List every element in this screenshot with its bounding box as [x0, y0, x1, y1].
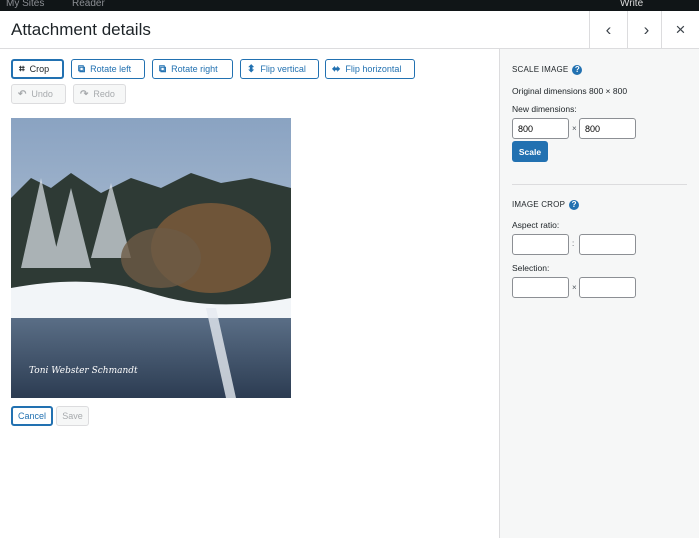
chevron-right-icon: › — [643, 20, 650, 39]
admin-bar: My Sites Reader Write — [0, 0, 699, 11]
selection-width-input[interactable] — [512, 277, 569, 298]
next-button[interactable]: › — [627, 11, 665, 49]
crop-icon: ⌗ — [19, 63, 25, 75]
chevron-left-icon: ‹ — [605, 20, 612, 39]
write-button[interactable]: Write — [620, 0, 643, 9]
flip-horizontal-button[interactable]: ⬌ Flip horizontal — [325, 59, 415, 79]
rotate-left-button[interactable]: ⧉ Rotate left — [71, 59, 145, 79]
aspect-ratio-label: Aspect ratio: — [512, 220, 560, 230]
aspect-ratio-width-input[interactable] — [512, 234, 569, 255]
image-settings-sidebar: Scale Image? Original dimensions 800 × 8… — [499, 49, 699, 538]
help-icon[interactable]: ? — [569, 200, 580, 210]
aspect-ratio-height-input[interactable] — [579, 234, 636, 255]
scale-button[interactable]: Scale — [512, 141, 548, 162]
close-icon: × — [675, 20, 686, 39]
reader-link[interactable]: Reader — [72, 0, 105, 9]
scale-width-input[interactable] — [512, 118, 569, 139]
redo-button[interactable]: ↷ Redo — [73, 84, 126, 104]
scale-height-input[interactable] — [579, 118, 636, 139]
image-crop-heading: Image Crop? — [512, 200, 580, 210]
flip-vertical-button[interactable]: ⬍ Flip vertical — [240, 59, 319, 79]
scale-image-heading: Scale Image? — [512, 65, 583, 75]
page-title: Attachment details — [11, 20, 151, 39]
rotate-right-button[interactable]: ⧉ Rotate right — [152, 59, 233, 79]
divider — [512, 184, 687, 185]
rotate-left-icon: ⧉ — [78, 63, 86, 75]
crop-button[interactable]: ⌗ Crop — [11, 59, 64, 79]
flip-vertical-icon: ⬍ — [247, 63, 256, 75]
save-button[interactable]: Save — [56, 406, 89, 426]
undo-icon: ↶ — [18, 88, 27, 100]
help-icon[interactable]: ? — [572, 65, 583, 75]
watermark: Toni Webster Schmandt — [29, 366, 138, 376]
winter-landscape-photo: Toni Webster Schmandt — [11, 118, 291, 398]
colon-separator: : — [572, 239, 575, 248]
selection-label: Selection: — [512, 263, 550, 273]
rotate-right-icon: ⧉ — [159, 63, 167, 75]
cancel-button[interactable]: Cancel — [11, 406, 53, 426]
times-separator: × — [572, 283, 577, 292]
times-separator: × — [572, 124, 577, 133]
undo-button[interactable]: ↶ Undo — [11, 84, 66, 104]
image-editor: ⌗ Crop ⧉ Rotate left ⧉ Rotate right ⬍ Flip v… — [0, 49, 499, 538]
new-dimensions-label: New dimensions: — [512, 104, 577, 114]
previous-button[interactable]: ‹ — [589, 11, 627, 49]
flip-horizontal-icon: ⬌ — [332, 63, 341, 75]
modal-header: Attachment details ‹ › × — [0, 11, 699, 49]
redo-icon: ↷ — [80, 88, 89, 100]
image-preview[interactable]: Toni Webster Schmandt — [11, 118, 291, 398]
my-sites-link[interactable]: My Sites — [6, 0, 44, 9]
original-dimensions: Original dimensions 800 × 800 — [512, 86, 628, 96]
selection-height-input[interactable] — [579, 277, 636, 298]
close-button[interactable]: × — [661, 11, 699, 49]
